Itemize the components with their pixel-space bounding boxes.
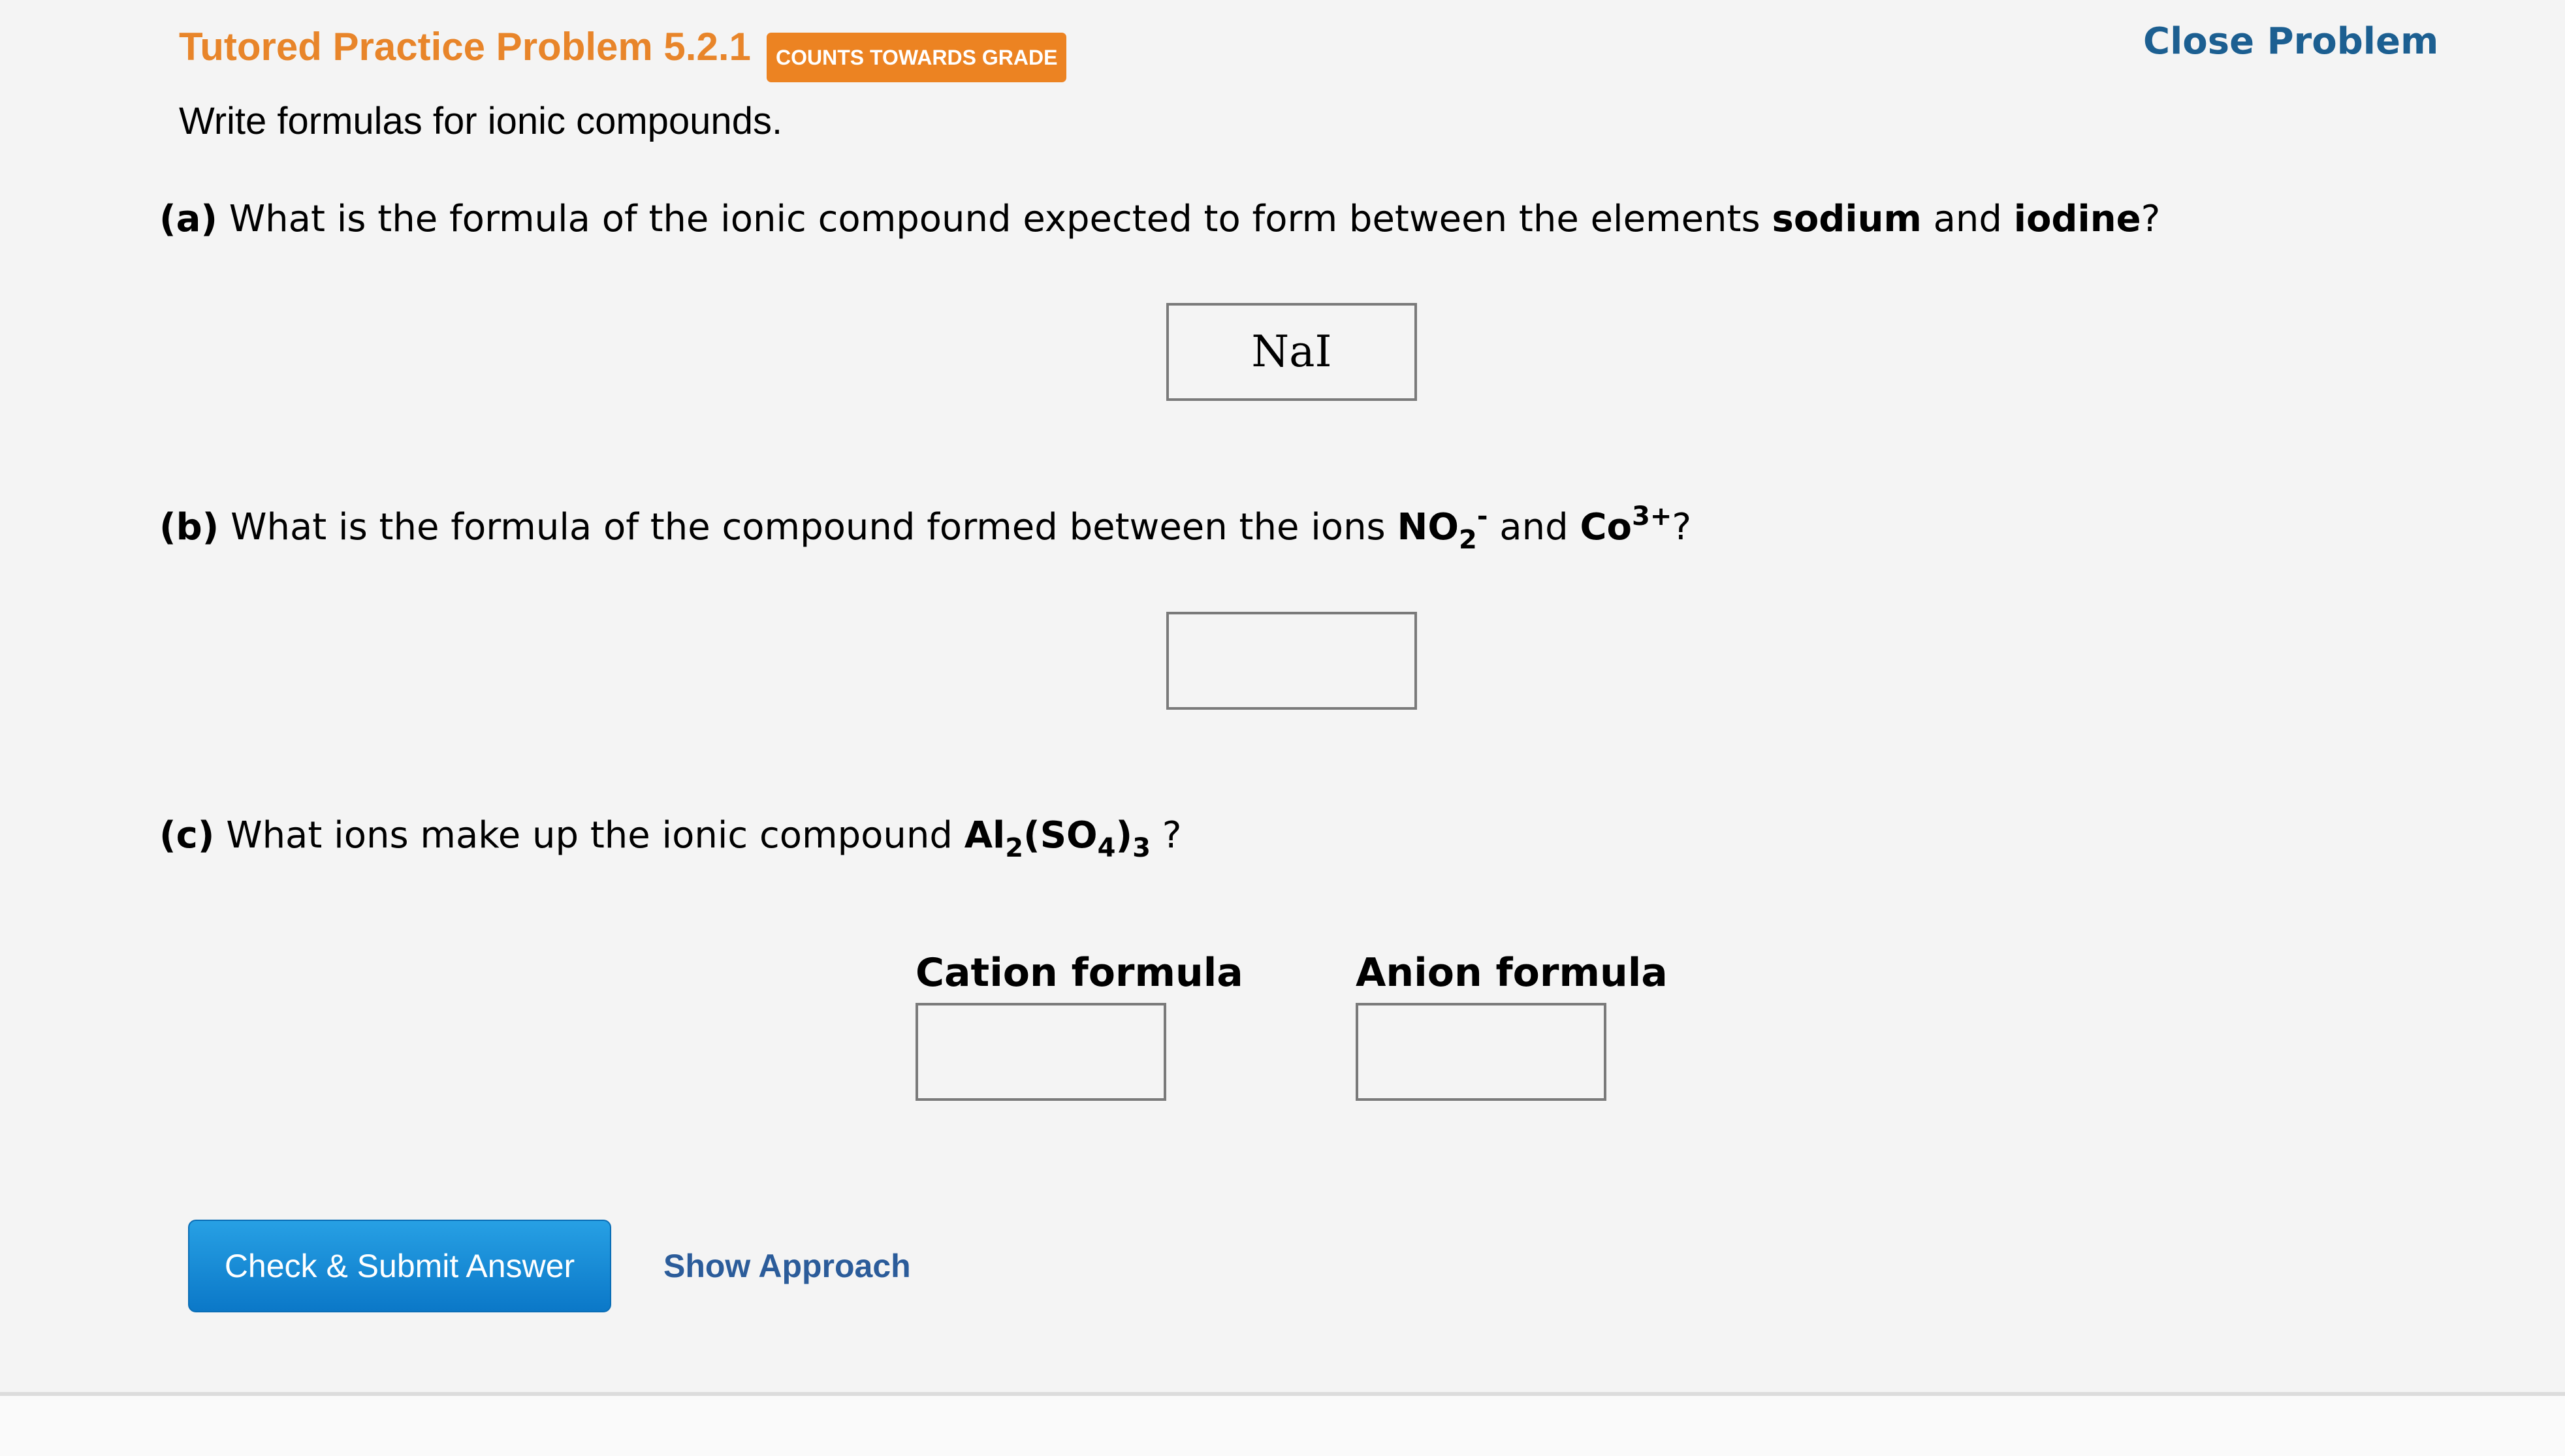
question-c-label: (c) bbox=[159, 814, 215, 857]
ion-nitrite-charge: - bbox=[1476, 501, 1488, 531]
question-b-text-2: and bbox=[1488, 506, 1580, 548]
question-a-text-2: and bbox=[1921, 198, 2014, 240]
ion-nitrite-subscript: 2 bbox=[1459, 525, 1477, 555]
formula-part-1: Al bbox=[964, 814, 1006, 857]
problem-instructions: Write formulas for ionic compounds. bbox=[179, 100, 783, 142]
show-approach-link[interactable]: Show Approach bbox=[663, 1243, 911, 1289]
problem-title: Tutored Practice Problem 5.2.1 bbox=[179, 25, 751, 69]
question-b-text-3: ? bbox=[1672, 506, 1692, 548]
anion-formula-label: Anion formula bbox=[1356, 950, 1668, 996]
question-a: (a) What is the formula of the ionic com… bbox=[159, 193, 2160, 245]
question-a-text-1: What is the formula of the ionic compoun… bbox=[217, 198, 1772, 240]
question-b-label: (b) bbox=[159, 506, 219, 548]
question-a-label: (a) bbox=[159, 198, 217, 240]
formula-subscript-3: 3 bbox=[1132, 833, 1151, 863]
ion-nitrite-base: NO bbox=[1397, 506, 1459, 548]
question-c-text-1: What ions make up the ionic compound bbox=[214, 814, 964, 857]
compound-formula: Al2(SO4)3 bbox=[964, 814, 1151, 861]
anion-formula-input[interactable] bbox=[1356, 1003, 1606, 1101]
question-b-text-1: What is the formula of the compound form… bbox=[219, 506, 1397, 548]
check-submit-answer-button[interactable]: Check & Submit Answer bbox=[188, 1220, 611, 1312]
formula-part-2: (SO bbox=[1023, 814, 1098, 857]
formula-subscript-2: 4 bbox=[1097, 833, 1116, 863]
question-b: (b) What is the formula of the compound … bbox=[159, 501, 1691, 554]
counts-towards-grade-badge: COUNTS TOWARDS GRADE bbox=[767, 33, 1067, 82]
formula-subscript-1: 2 bbox=[1005, 833, 1024, 863]
element-iodine: iodine bbox=[2013, 198, 2141, 240]
ion-nitrite: NO2- bbox=[1397, 503, 1488, 553]
cation-formula-label: Cation formula bbox=[916, 950, 1243, 996]
question-a-text-3: ? bbox=[2141, 198, 2161, 240]
ion-cobalt-charge: 3+ bbox=[1632, 501, 1672, 531]
ion-cobalt: Co3+ bbox=[1580, 503, 1672, 548]
answer-a-input[interactable]: NaI bbox=[1166, 303, 1417, 401]
close-problem-link[interactable]: Close Problem bbox=[2143, 16, 2438, 68]
question-c-text-2: ? bbox=[1150, 814, 1182, 857]
formula-part-3: ) bbox=[1115, 814, 1133, 857]
ion-cobalt-base: Co bbox=[1580, 506, 1633, 548]
cation-formula-input[interactable] bbox=[916, 1003, 1166, 1101]
question-c: (c) What ions make up the ionic compound… bbox=[159, 810, 1181, 862]
bottom-strip bbox=[0, 1396, 2565, 1456]
answer-b-input[interactable] bbox=[1166, 612, 1417, 710]
element-sodium: sodium bbox=[1772, 198, 1922, 240]
